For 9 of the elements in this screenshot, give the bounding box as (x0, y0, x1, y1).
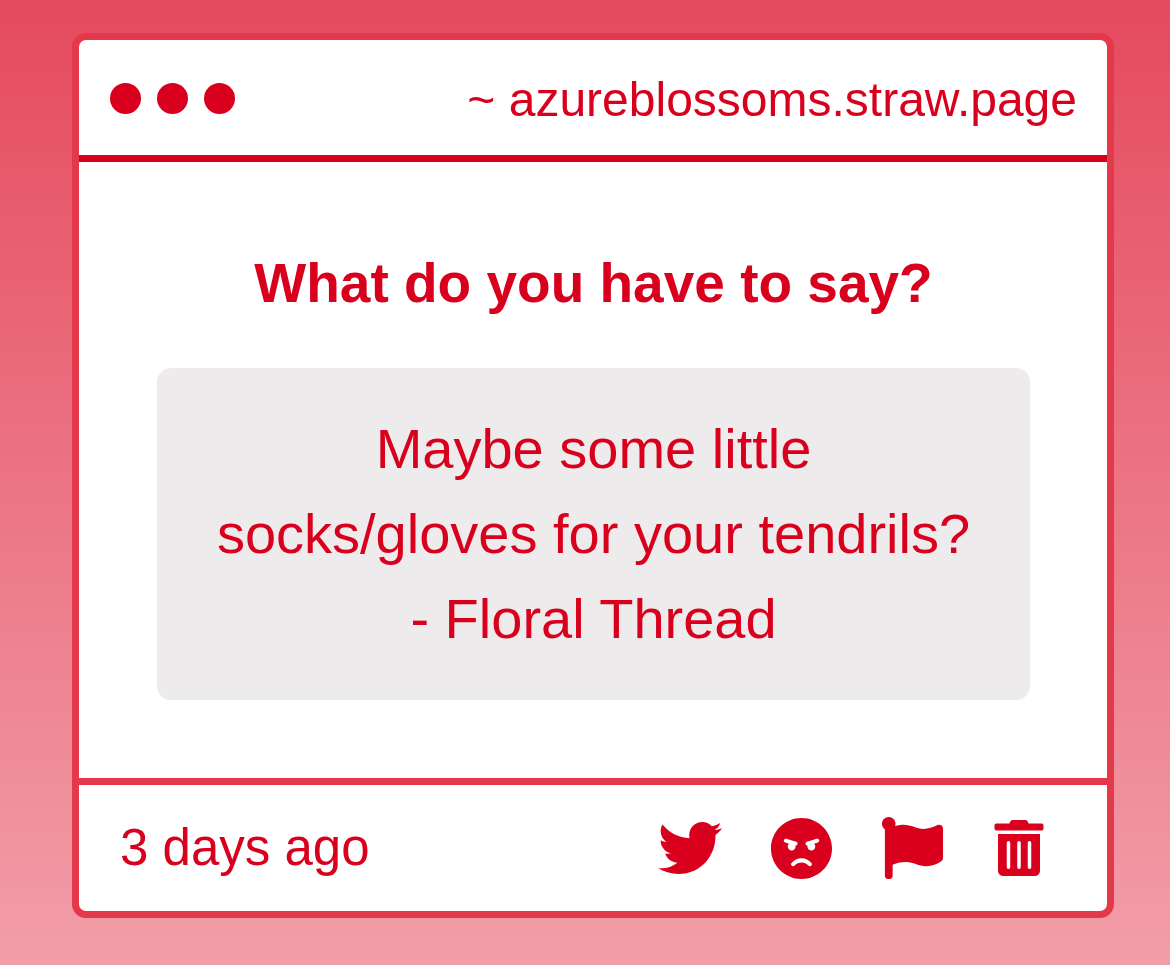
flag-icon[interactable] (881, 817, 943, 879)
timestamp: 3 days ago (120, 818, 370, 878)
window-dot-icon (110, 83, 141, 114)
window-dot-icon (204, 83, 235, 114)
message-text: Maybe some little socks/gloves for your tendrils? - Floral Thread (216, 416, 971, 652)
angry-face-icon[interactable] (770, 816, 833, 880)
window-dot-icon (157, 83, 188, 114)
prompt-title: What do you have to say? (254, 252, 933, 314)
page-url: ~ azureblossoms.straw.page (467, 71, 1077, 128)
